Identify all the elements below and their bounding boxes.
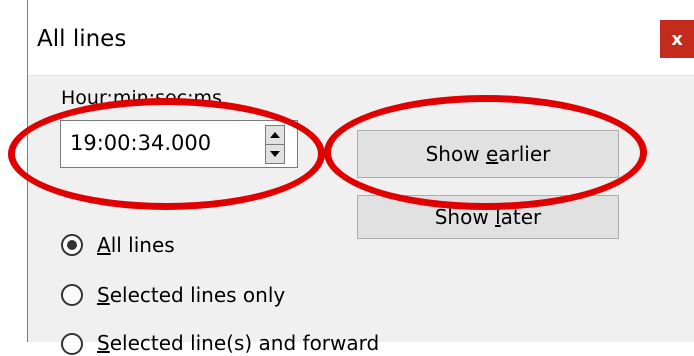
close-button[interactable]: x bbox=[660, 20, 694, 58]
radio-all-lines[interactable] bbox=[61, 234, 83, 256]
title-bar bbox=[28, 0, 694, 76]
annotation-ellipse-time bbox=[8, 98, 325, 210]
close-icon: x bbox=[671, 28, 683, 50]
annotation-ellipse-show-earlier bbox=[324, 95, 647, 210]
radio-selected-and-forward[interactable] bbox=[61, 333, 83, 355]
window-title: All lines bbox=[37, 26, 127, 52]
radio-selected-dot bbox=[67, 240, 77, 250]
radio-selected-lines-only[interactable] bbox=[61, 284, 83, 306]
radio-label-selected-and-forward[interactable]: Selected line(s) and forward bbox=[97, 330, 379, 356]
radio-label-all-lines[interactable]: All lines bbox=[97, 232, 175, 258]
radio-label-selected-lines-only[interactable]: Selected lines only bbox=[97, 282, 285, 308]
